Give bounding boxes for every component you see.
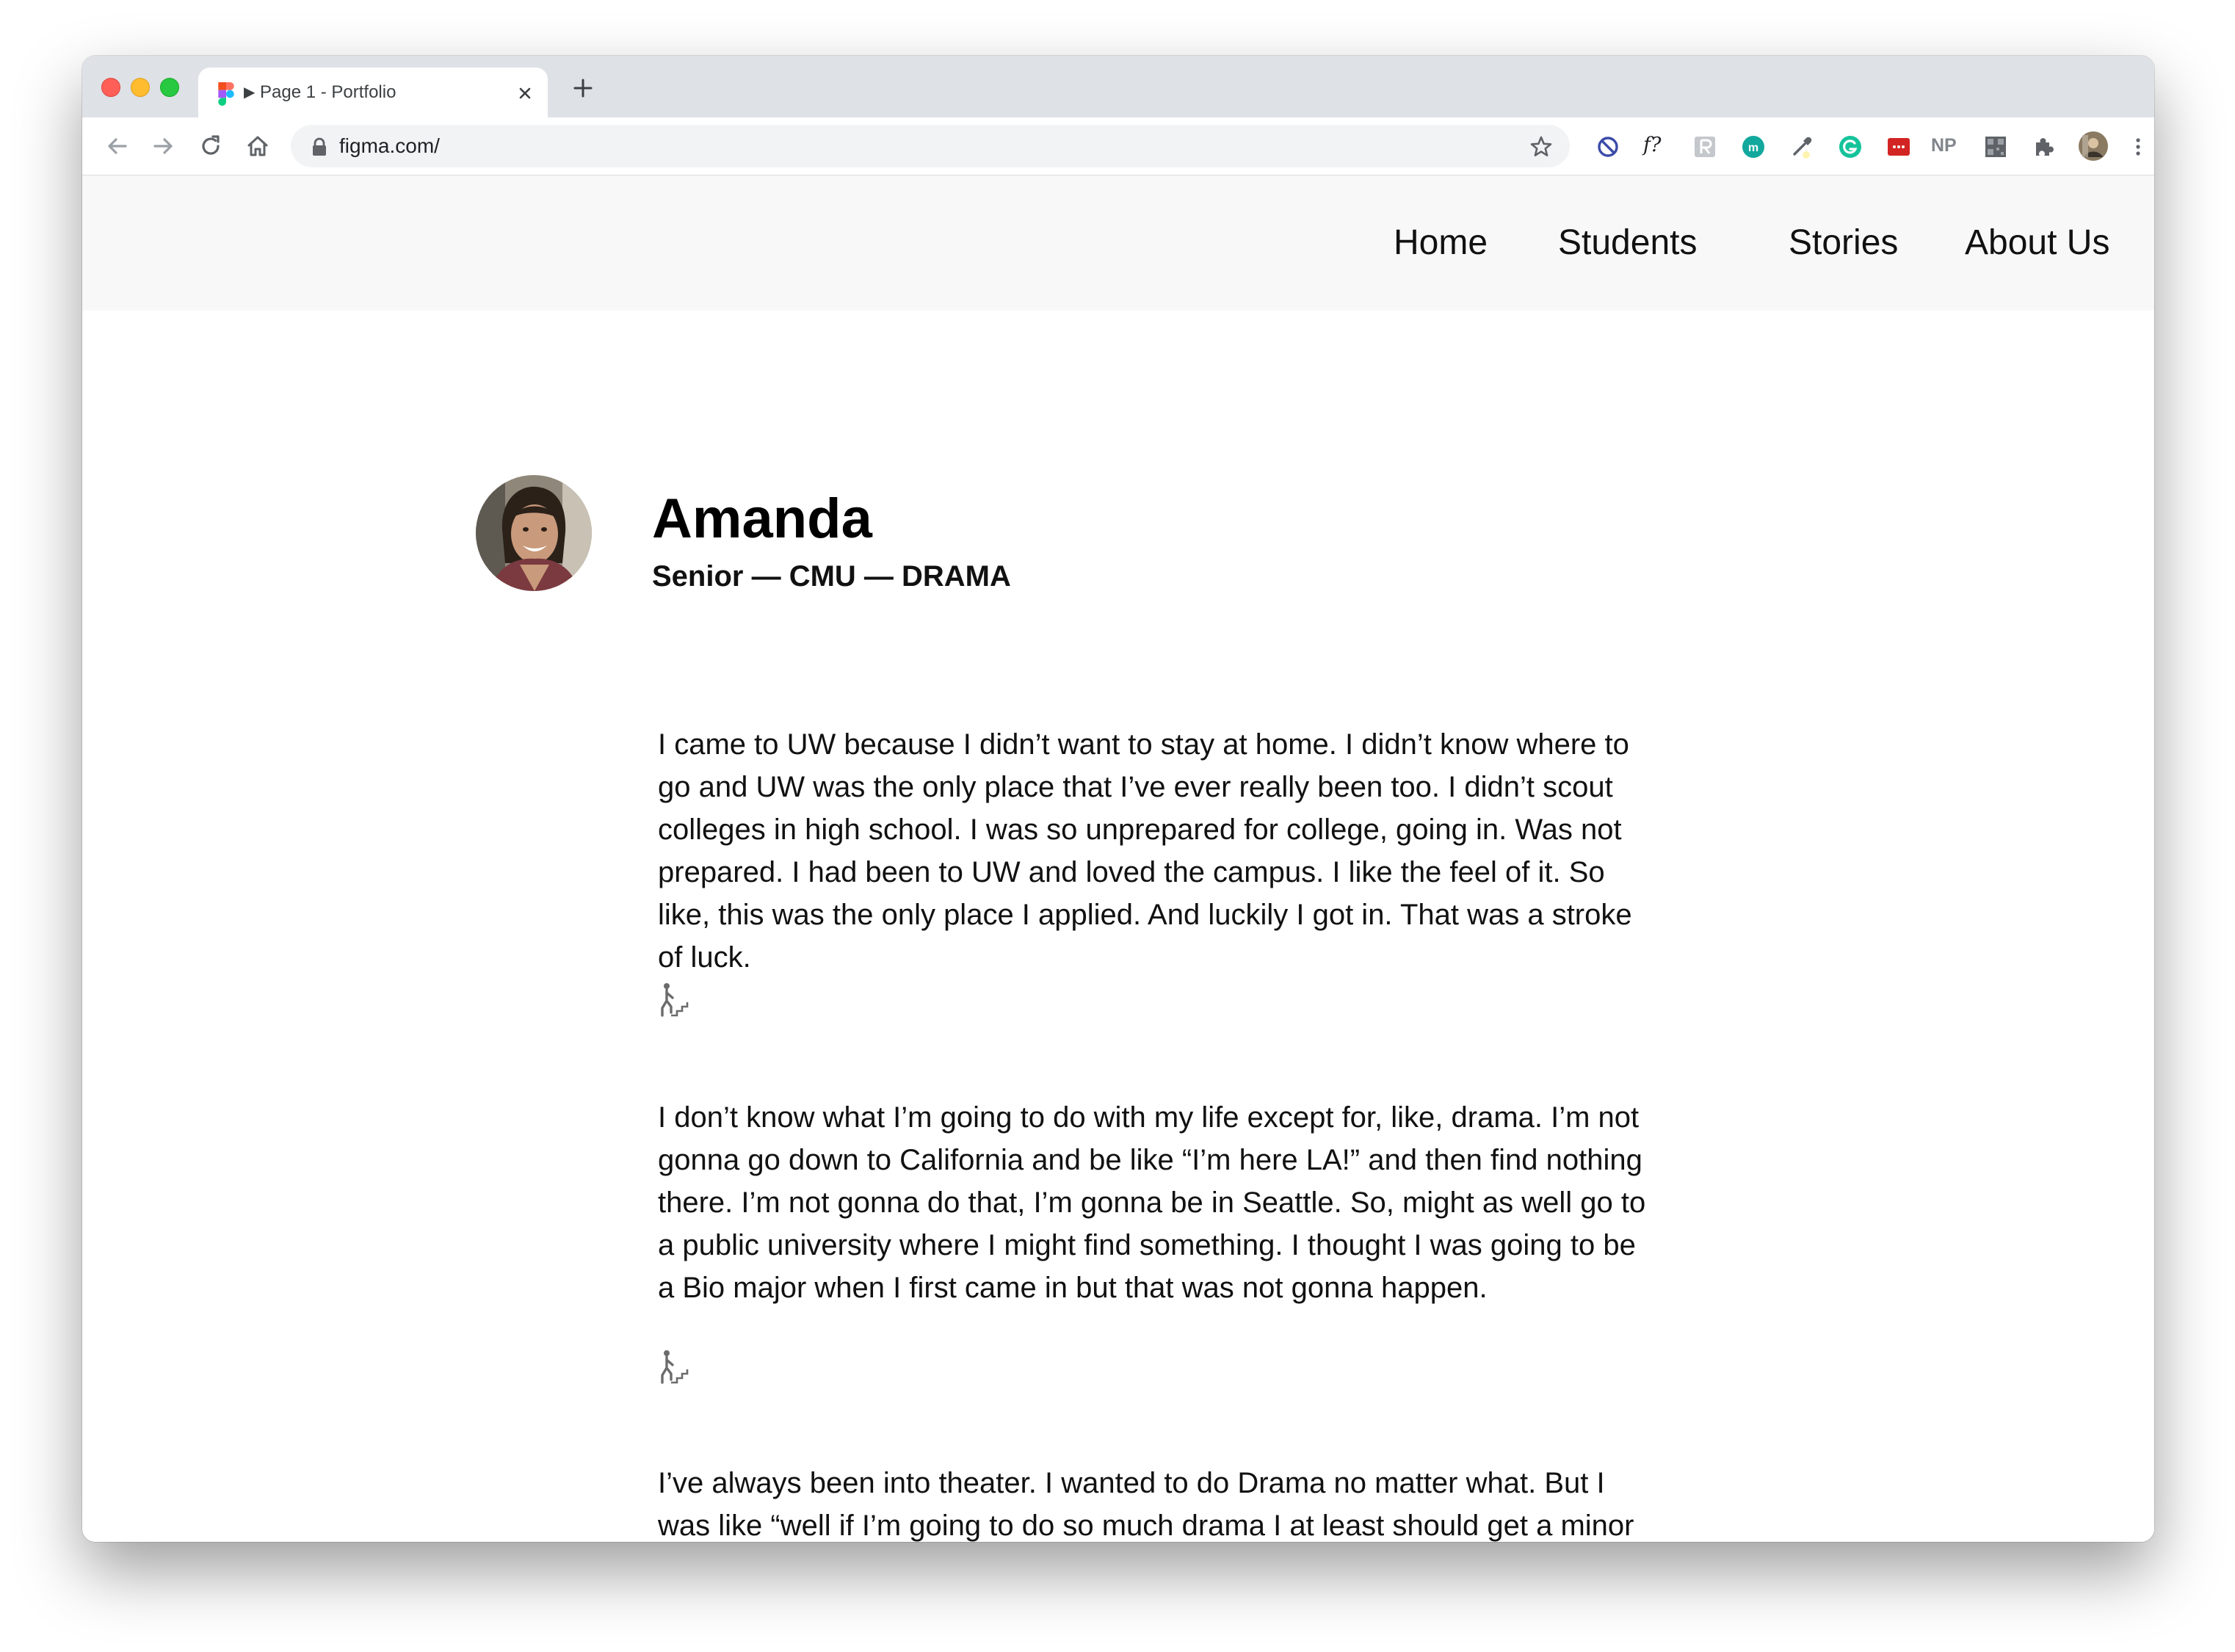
reload-icon[interactable] (197, 132, 225, 160)
tab-strip: ▶ Page 1 - Portfolio (82, 56, 2154, 117)
student-name: Amanda (652, 488, 872, 550)
puzzle-extensions-icon[interactable] (2031, 134, 2057, 160)
new-tab-icon[interactable] (570, 75, 596, 101)
close-window-button[interactable] (101, 78, 120, 97)
np-extension-icon[interactable]: NP (1931, 131, 1957, 160)
minimize-window-button[interactable] (131, 78, 150, 97)
profile-photo (476, 475, 592, 591)
font-extension-icon[interactable]: f? (1643, 131, 1661, 160)
block-extension-icon[interactable] (1595, 134, 1621, 160)
more-menu-icon[interactable] (2125, 134, 2151, 160)
stairs-climbing-icon (661, 1350, 689, 1384)
profile-avatar-icon[interactable] (2078, 131, 2109, 162)
play-icon: ▶ (244, 84, 256, 101)
back-arrow-icon[interactable] (103, 132, 131, 160)
home-icon[interactable] (244, 132, 272, 160)
reader-extension-icon[interactable] (1692, 134, 1718, 160)
nav-stories[interactable]: Stories (1789, 220, 1898, 267)
nav-home[interactable]: Home (1394, 220, 1488, 267)
qr-extension-icon[interactable] (1982, 134, 2009, 160)
story-paragraph-2: I don’t know what I’m going to do with m… (658, 1101, 1646, 1304)
figma-icon (218, 82, 234, 106)
forward-arrow-icon[interactable] (150, 132, 178, 160)
svg-text:m: m (1748, 142, 1758, 154)
active-tab[interactable]: ▶ Page 1 - Portfolio (198, 68, 548, 117)
page-viewport: Home Students Stories About Us Amanda Se… (82, 175, 2154, 1542)
nav-students[interactable]: Students (1558, 220, 1697, 267)
nav-about-us[interactable]: About Us (1965, 220, 2109, 267)
student-subtitle: Senior — CMU — DRAMA (652, 560, 1011, 593)
grammarly-icon[interactable] (1837, 134, 1863, 160)
tab-title: Page 1 - Portfolio (260, 82, 396, 102)
site-nav: Home Students Stories About Us (82, 175, 2154, 311)
story-paragraph-1: I came to UW because I didn’t want to st… (658, 728, 1632, 974)
m-extension-icon[interactable]: m (1740, 134, 1767, 160)
bookmark-star-icon[interactable] (1529, 134, 1554, 159)
url-text[interactable]: figma.com/ (339, 125, 440, 167)
eyedropper-extension-icon[interactable] (1789, 134, 1815, 160)
zoom-window-button[interactable] (160, 78, 179, 97)
todoist-extension-icon[interactable] (1886, 134, 1912, 160)
stairs-climbing-icon (661, 983, 689, 1017)
browser-toolbar: figma.com/ f? m NP (82, 117, 2154, 175)
story-paragraph-3: I’ve always been into theater. I wanted … (658, 1467, 1634, 1542)
close-tab-icon[interactable] (514, 82, 536, 104)
address-bar[interactable]: figma.com/ (291, 125, 1570, 167)
browser-window: ▶ Page 1 - Portfolio figma.com/ f? m NP … (82, 56, 2154, 1542)
lock-icon[interactable] (311, 137, 327, 156)
